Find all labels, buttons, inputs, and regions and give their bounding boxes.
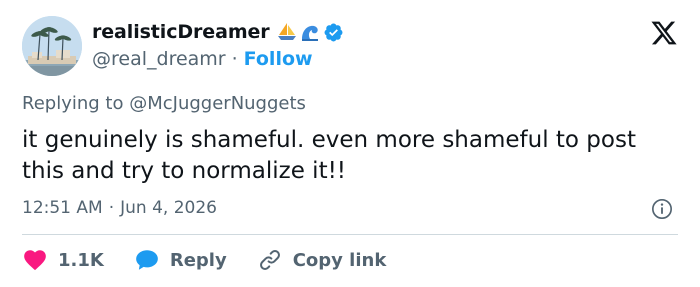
action-bar: 1.1K Reply Copy link bbox=[22, 246, 416, 274]
wave-emoji-icon bbox=[300, 22, 320, 42]
user-handle[interactable]: @real_dreamr bbox=[92, 48, 226, 70]
tweet-embed-card: realisticDreamer @real_dreamr · Follow R… bbox=[0, 0, 700, 287]
timestamp-time: 12:51 AM bbox=[22, 198, 103, 218]
replying-to-line: Replying to @McJuggerNuggets bbox=[22, 93, 306, 114]
replying-to-mention[interactable]: @McJuggerNuggets bbox=[129, 93, 306, 114]
sailboat-emoji-icon bbox=[276, 22, 298, 42]
replying-to-prefix: Replying to bbox=[22, 93, 124, 114]
like-count: 1.1K bbox=[58, 249, 104, 271]
display-name[interactable]: realisticDreamer bbox=[92, 21, 270, 43]
avatar-palm-trees-image bbox=[22, 16, 82, 76]
heart-icon bbox=[22, 247, 48, 273]
copy-link-button[interactable]: Copy link bbox=[257, 247, 387, 273]
reply-label: Reply bbox=[169, 249, 227, 271]
avatar[interactable] bbox=[22, 16, 82, 76]
copy-link-label: Copy link bbox=[292, 249, 387, 271]
timestamp[interactable]: 12:51 AM · Jun 4, 2026 bbox=[22, 198, 217, 218]
info-icon[interactable] bbox=[651, 198, 673, 220]
x-logo-icon[interactable] bbox=[650, 19, 678, 47]
reply-button[interactable]: Reply bbox=[134, 247, 227, 273]
link-icon bbox=[257, 247, 283, 273]
like-button[interactable]: 1.1K bbox=[22, 247, 104, 273]
user-name-row: realisticDreamer bbox=[92, 19, 344, 45]
timestamp-separator: · bbox=[108, 198, 115, 218]
tweet-text: it genuinely is shameful. even more sham… bbox=[22, 127, 636, 184]
follow-button[interactable]: Follow bbox=[244, 48, 313, 70]
verified-badge-icon bbox=[323, 22, 344, 43]
timestamp-date: Jun 4, 2026 bbox=[120, 198, 217, 218]
handle-separator: · bbox=[231, 48, 238, 70]
divider bbox=[22, 234, 678, 235]
user-handle-row: @real_dreamr · Follow bbox=[92, 47, 313, 71]
speech-bubble-icon bbox=[134, 247, 160, 273]
